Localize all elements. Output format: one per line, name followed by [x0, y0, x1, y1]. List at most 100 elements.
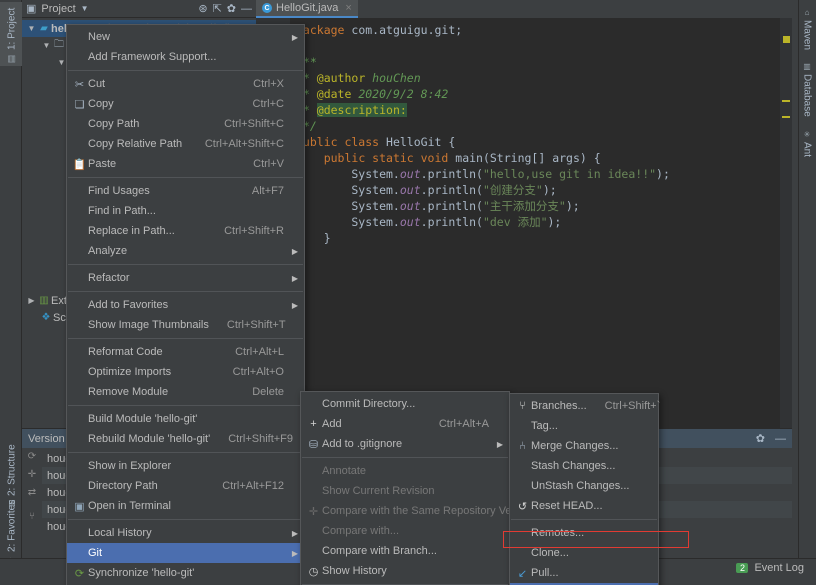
event-log-button[interactable]: Event Log	[754, 562, 804, 574]
tool-tab-label: Maven	[801, 20, 813, 51]
chevron-down-icon[interactable]: ▼	[41, 41, 52, 50]
branch-icon[interactable]: ⑂	[29, 511, 35, 522]
menu-item-label: Compare with Branch...	[322, 545, 437, 557]
menu-item-local-history[interactable]: Local History ▶	[67, 523, 304, 543]
menu-item-label: Build Module 'hello-git'	[88, 413, 198, 425]
menu-item-show-in-explorer[interactable]: Show in Explorer	[67, 456, 304, 476]
menu-item-rebuild-module-hello-git[interactable]: Rebuild Module 'hello-git' Ctrl+Shift+F9	[67, 429, 304, 449]
collapse-all-icon[interactable]: ⇱	[213, 2, 222, 15]
menu-item-commit-directory[interactable]: Commit Directory...	[301, 394, 509, 414]
menu-item-compare-with-branch[interactable]: Compare with Branch...	[301, 541, 509, 561]
menu-item-label: Optimize Imports	[88, 366, 172, 378]
menu-item-shortcut: Alt+F7	[251, 185, 284, 197]
menu-item-show-history[interactable]: ◷ Show History	[301, 561, 509, 581]
menu-item-add-to-gitignore[interactable]: ⛁ Add to .gitignore ▶	[301, 434, 509, 454]
chevron-down-icon[interactable]: ▼	[81, 4, 89, 13]
menu-item-directory-path[interactable]: Directory Path Ctrl+Alt+F12	[67, 476, 304, 496]
close-icon[interactable]: ×	[345, 2, 351, 14]
menu-separator	[68, 338, 303, 339]
tab-label: HelloGit.java	[276, 2, 339, 14]
menu-item-copy-path[interactable]: Copy Path Ctrl+Shift+C	[67, 114, 304, 134]
menu-item-find-in-path[interactable]: Find in Path...	[67, 201, 304, 221]
menu-item-label: Directory Path	[88, 480, 158, 492]
menu-item-copy-relative-path[interactable]: Copy Relative Path Ctrl+Alt+Shift+C	[67, 134, 304, 154]
sync-icon: ⟳	[74, 567, 85, 580]
menu-item-unstash-changes[interactable]: UnStash Changes...	[510, 476, 658, 496]
minimize-icon[interactable]: —	[775, 433, 786, 445]
menu-item-add-framework-support[interactable]: Add Framework Support...	[67, 47, 304, 67]
menu-item-label: Branches...	[531, 400, 587, 412]
menu-item-clone[interactable]: Clone...	[510, 543, 658, 563]
menu-item-annotate: Annotate	[301, 461, 509, 481]
menu-item-shortcut: Ctrl+Shift+F9	[228, 433, 294, 445]
chevron-right-icon[interactable]: ▶	[26, 296, 37, 305]
menu-item-pull[interactable]: ↙ Pull...	[510, 563, 658, 583]
menu-item-tag[interactable]: Tag...	[510, 416, 658, 436]
folder-icon: 🗀	[54, 39, 64, 50]
menu-item-reset-head[interactable]: ↺ Reset HEAD...	[510, 496, 658, 516]
diff-icon[interactable]: ✛	[28, 469, 36, 480]
menu-item-analyze[interactable]: Analyze ▶	[67, 241, 304, 261]
menu-item-synchronize-hello-git[interactable]: ⟳ Synchronize 'hello-git'	[67, 563, 304, 583]
menu-item-branches[interactable]: ⑂ Branches... Ctrl+Shift+`	[510, 396, 660, 416]
menu-item-shortcut: Ctrl+Alt+A	[438, 418, 489, 430]
branch-icon: ⑂	[519, 400, 526, 412]
menu-item-label: Git	[88, 547, 103, 559]
menu-item-shortcut: Ctrl+Alt+F12	[222, 480, 284, 492]
change-marker[interactable]	[782, 100, 790, 102]
idea-window: ▤ 1: Project ⊞ 2: Structure ★ 2: Favorit…	[0, 0, 816, 585]
menu-item-add[interactable]: + Add Ctrl+Alt+A	[301, 414, 509, 434]
menu-item-stash-changes[interactable]: Stash Changes...	[510, 456, 658, 476]
menu-item-compare-with-the-same-repository-version: ✛ Compare with the Same Repository Versio…	[301, 501, 536, 521]
gear-icon[interactable]: ✿	[227, 2, 236, 15]
tool-tab-project[interactable]: ▤ 1: Project	[0, 2, 22, 66]
menu-item-label: Remove Module	[88, 386, 169, 398]
menu-item-remotes[interactable]: Remotes...	[510, 523, 658, 543]
menu-item-remove-module[interactable]: Remove Module Delete	[67, 382, 304, 402]
repository-submenu[interactable]: ⑂ Branches... Ctrl+Shift+` Tag... ⑃ Merge Cha…	[509, 393, 660, 585]
menu-item-replace-in-path[interactable]: Replace in Path... Ctrl+Shift+R	[67, 221, 304, 241]
menu-item-shortcut: Ctrl+Shift+`	[604, 400, 661, 412]
menu-item-shortcut: Delete	[252, 386, 284, 398]
menu-item-cut[interactable]: ✂ Cut Ctrl+X	[67, 74, 304, 94]
gear-icon[interactable]: ✿	[756, 432, 765, 445]
compare-icon[interactable]: ⇄	[28, 487, 36, 498]
tool-tab-maven[interactable]: ⌂ Maven	[798, 4, 816, 56]
warning-marker[interactable]	[783, 36, 790, 43]
menu-item-merge-changes[interactable]: ⑃ Merge Changes...	[510, 436, 658, 456]
menu-separator	[511, 519, 657, 520]
tool-tab-database[interactable]: ▥ Database	[798, 58, 816, 124]
menu-item-paste[interactable]: 📋 Paste Ctrl+V	[67, 154, 304, 174]
menu-item-build-module-hello-git[interactable]: Build Module 'hello-git'	[67, 409, 304, 429]
menu-item-add-to-favorites[interactable]: Add to Favorites ▶	[67, 295, 304, 315]
minimize-icon[interactable]: —	[241, 3, 252, 15]
menu-item-find-usages[interactable]: Find Usages Alt+F7	[67, 181, 304, 201]
menu-item-label: Reset HEAD...	[531, 500, 603, 512]
editor-marker-column[interactable]	[780, 18, 792, 428]
refresh-icon[interactable]: ⟳	[28, 451, 36, 462]
menu-item-new[interactable]: New ▶	[67, 27, 304, 47]
code-editor[interactable]: 123456 789101112 1314 package com.atguig…	[256, 18, 792, 428]
menu-item-optimize-imports[interactable]: Optimize Imports Ctrl+Alt+O	[67, 362, 304, 382]
menu-item-git[interactable]: Git ▶	[67, 543, 304, 563]
tool-tab-label: 1: Project	[6, 7, 18, 50]
tool-tab-favorites[interactable]: ★ 2: Favorites	[0, 490, 22, 568]
chevron-down-icon[interactable]: ▼	[26, 24, 37, 33]
menu-item-label: Remotes...	[531, 527, 585, 539]
menu-item-reformat-code[interactable]: Reformat Code Ctrl+Alt+L	[67, 342, 304, 362]
editor-area: C HelloGit.java × 123456 789101112 1314 …	[256, 0, 792, 428]
menu-item-refactor[interactable]: Refactor ▶	[67, 268, 304, 288]
menu-item-label: Find in Path...	[88, 205, 156, 217]
menu-item-show-image-thumbnails[interactable]: Show Image Thumbnails Ctrl+Shift+T	[67, 315, 304, 335]
menu-item-label: Replace in Path...	[88, 225, 175, 237]
context-menu[interactable]: New ▶ Add Framework Support... ✂ Cut Ctrl+X ❏ C…	[66, 24, 305, 585]
change-marker[interactable]	[782, 116, 790, 118]
menu-item-shortcut: Ctrl+V	[253, 158, 284, 170]
tool-tab-ant[interactable]: ✳ Ant	[798, 126, 816, 166]
locate-icon[interactable]: ⊛	[198, 2, 207, 15]
menu-item-copy[interactable]: ❏ Copy Ctrl+C	[67, 94, 304, 114]
menu-separator	[302, 457, 508, 458]
menu-item-open-in-terminal[interactable]: ▣ Open in Terminal	[67, 496, 304, 516]
tab-hellogit-java[interactable]: C HelloGit.java ×	[256, 0, 358, 18]
git-submenu[interactable]: Commit Directory... + Add Ctrl+Alt+A ⛁ Add to…	[300, 391, 536, 585]
